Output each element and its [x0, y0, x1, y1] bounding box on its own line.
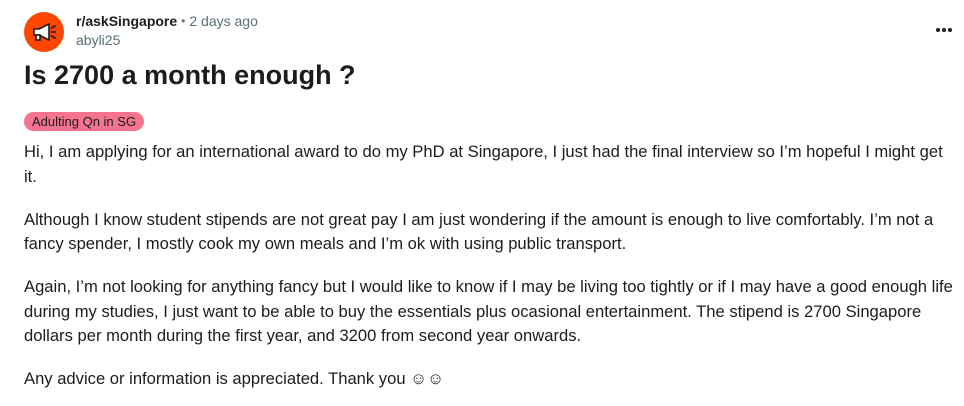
post-timestamp: 2 days ago	[189, 13, 258, 29]
post-flair[interactable]: Adulting Qn in SG	[24, 112, 145, 131]
subreddit-avatar[interactable]	[24, 12, 64, 52]
more-options-icon	[936, 28, 940, 32]
more-options-button[interactable]	[930, 18, 958, 42]
post-paragraph: Again, I’m not looking for anything fanc…	[24, 277, 953, 345]
post-paragraph: Hi, I am applying for an international a…	[24, 142, 943, 186]
more-options-icon	[948, 28, 952, 32]
post-paragraph: Any advice or information is appreciated…	[24, 369, 445, 388]
more-options-icon	[942, 28, 946, 32]
subreddit-link[interactable]: r/askSingapore	[76, 12, 177, 30]
post-title[interactable]: Is 2700 a month enough ?	[24, 56, 356, 94]
post-body: Hi, I am applying for an international a…	[24, 140, 954, 392]
post-meta-row: r/askSingapore • 2 days ago	[76, 12, 258, 30]
megaphone-icon	[33, 23, 57, 41]
post-paragraph: Although I know student stipends are not…	[24, 209, 934, 254]
post-meta: r/askSingapore • 2 days ago abyli25	[76, 12, 258, 49]
meta-separator: •	[181, 14, 186, 28]
author-link[interactable]: abyli25	[76, 31, 258, 49]
